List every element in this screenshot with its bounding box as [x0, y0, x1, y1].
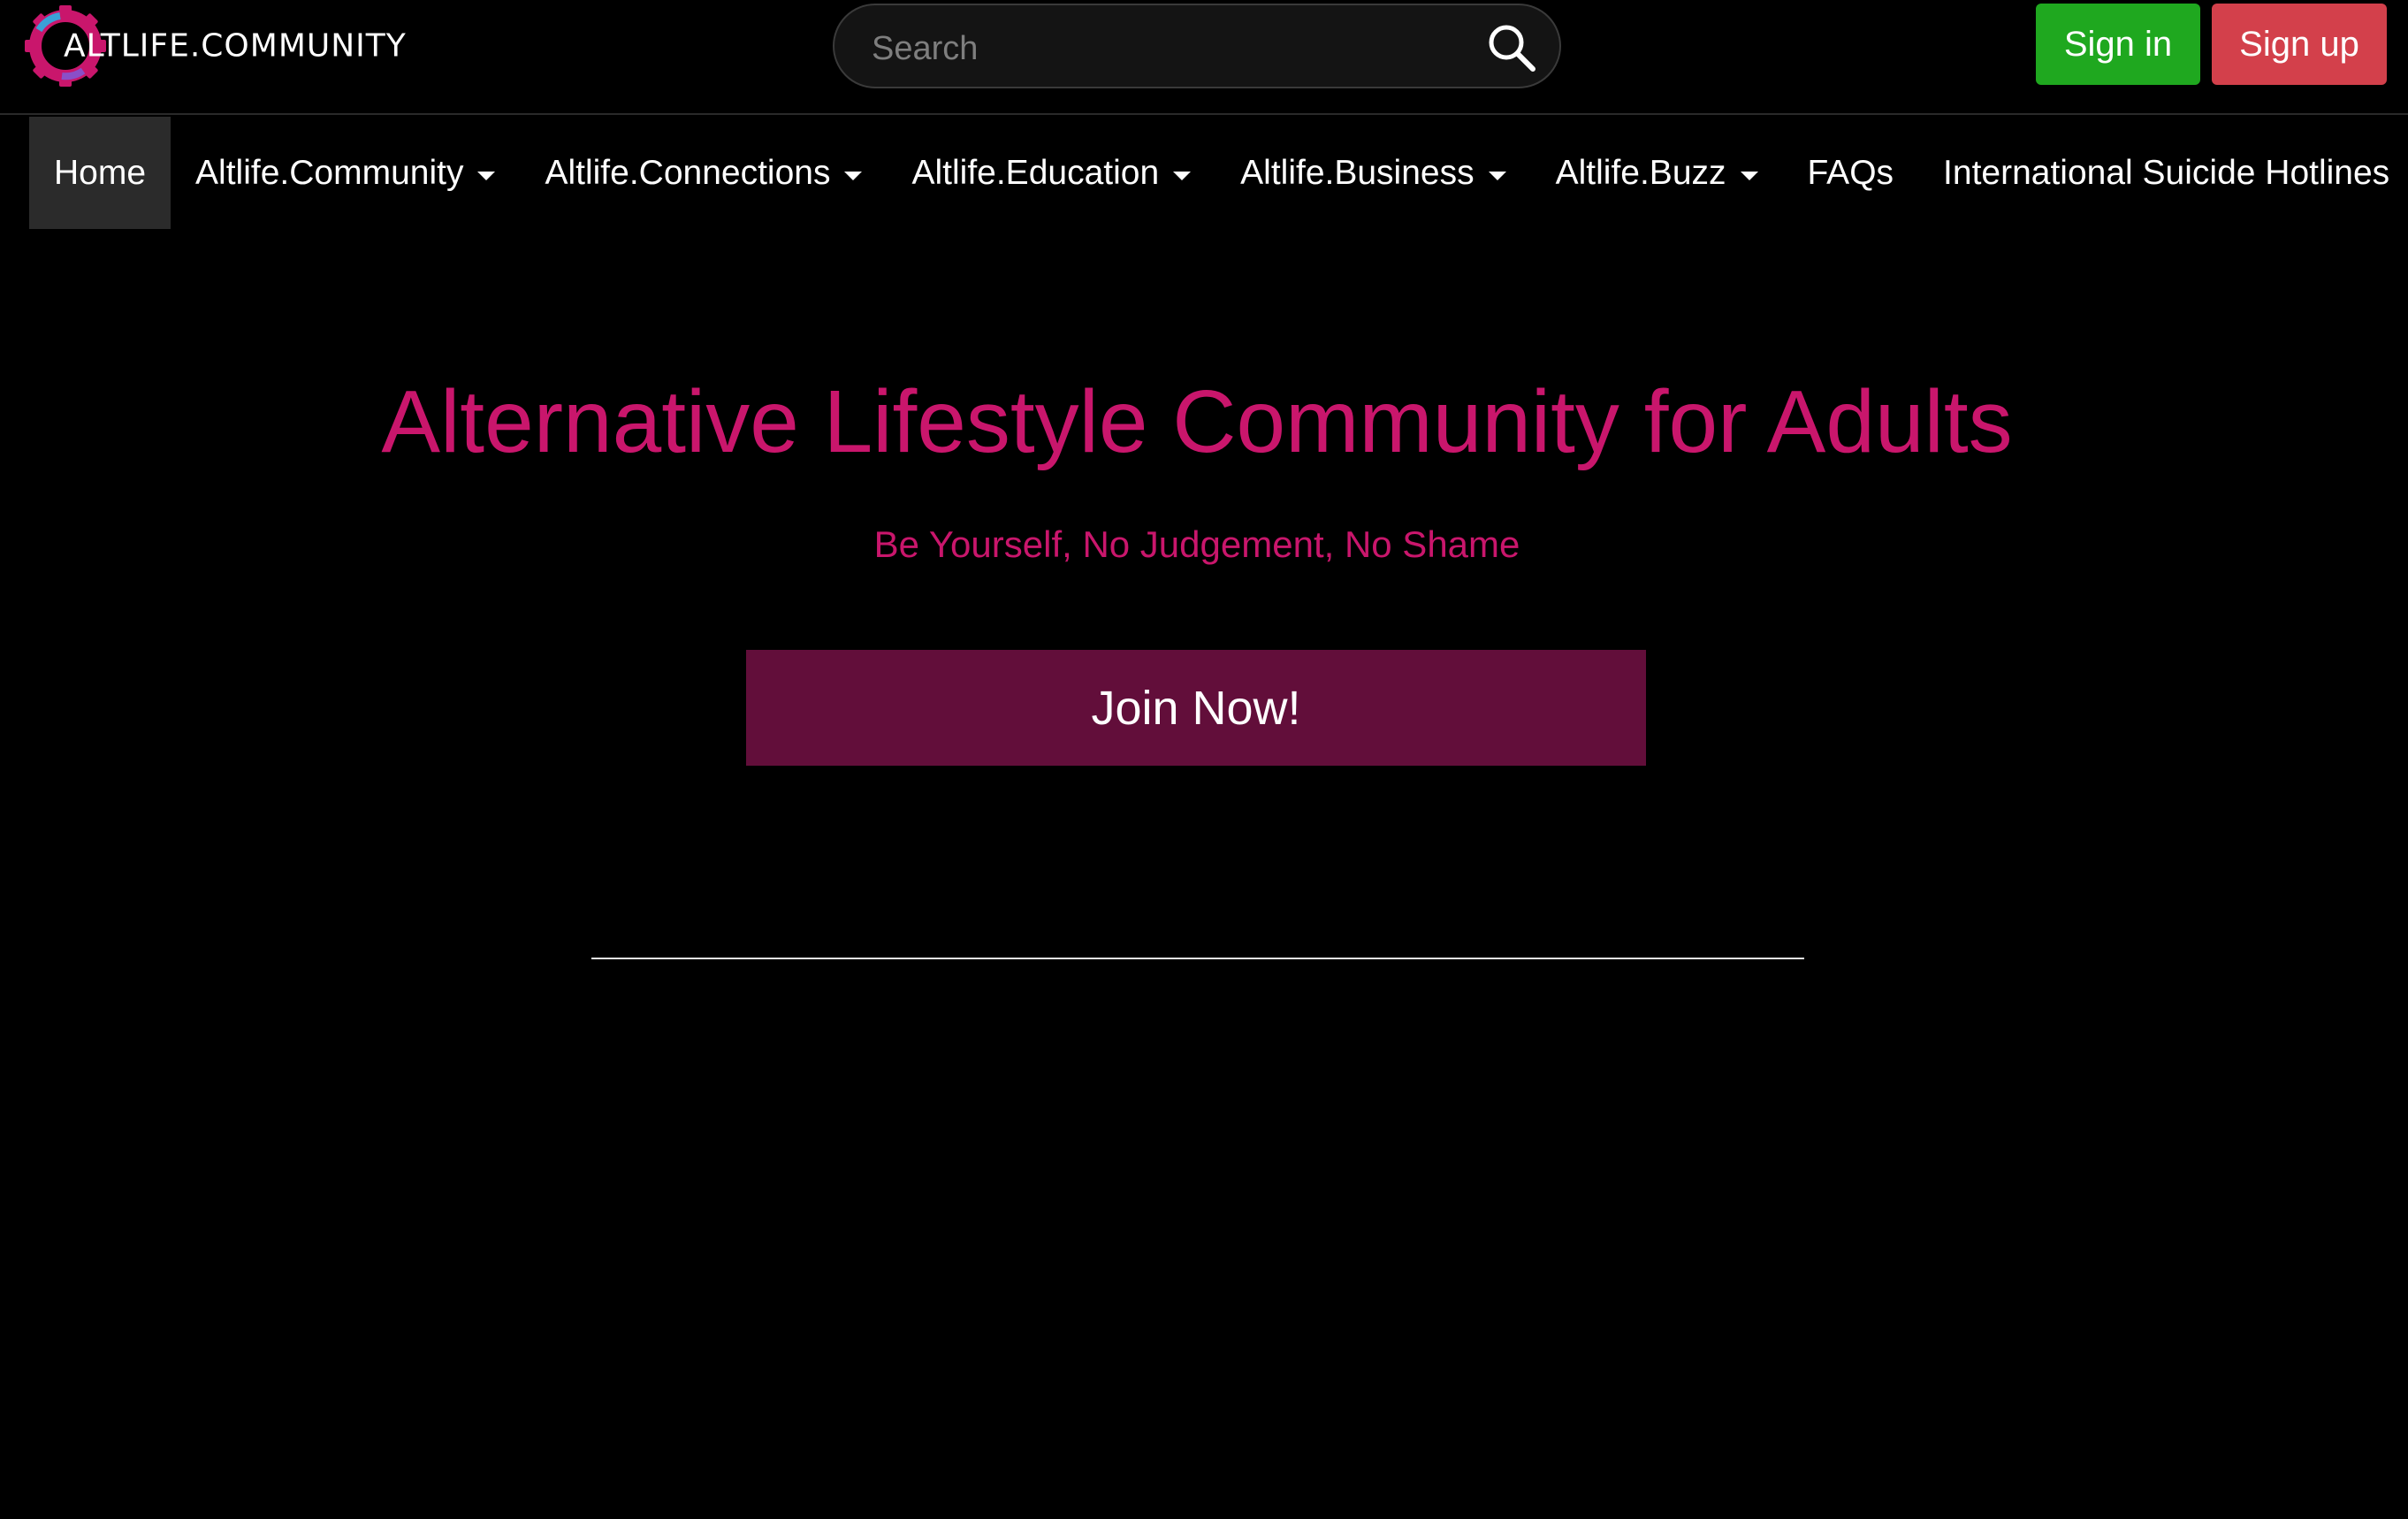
caret-down-icon [844, 171, 863, 180]
nav-item-label: Altlife.Connections [545, 153, 831, 192]
search-input[interactable] [870, 21, 1475, 76]
nav-item-faqs[interactable]: FAQs [1783, 117, 1919, 229]
nav-item-label: Altlife.Buzz [1555, 153, 1726, 192]
section-divider [591, 958, 1804, 959]
nav-item-altlife-community[interactable]: Altlife.Community [171, 117, 520, 229]
site-header: ALTLIFE.COMMUNITY Sign in Sign up [0, 0, 2408, 115]
sign-up-button[interactable]: Sign up [2212, 4, 2387, 85]
caret-down-icon [1740, 171, 1758, 180]
search-button[interactable] [1485, 21, 1538, 74]
search-icon [1489, 25, 1535, 72]
nav-item-altlife-education[interactable]: Altlife.Education [887, 117, 1215, 229]
hero-subtitle: Be Yourself, No Judgement, No Shame [873, 523, 1520, 565]
caret-down-icon [1488, 171, 1506, 180]
nav-item-label: International Suicide Hotlines [1943, 153, 2390, 192]
site-logo[interactable]: ALTLIFE.COMMUNITY [25, 4, 406, 88]
nav-item-label: Altlife.Business [1240, 153, 1475, 192]
caret-down-icon [477, 171, 496, 180]
nav-item-altlife-connections[interactable]: Altlife.Connections [520, 117, 887, 229]
gear-logo-icon: ALTLIFE.COMMUNITY [25, 5, 406, 87]
main-nav: Home Altlife.Community Altlife.Connectio… [29, 117, 2408, 229]
join-now-button[interactable]: Join Now! [746, 650, 1646, 766]
nav-item-home[interactable]: Home [29, 117, 171, 229]
nav-item-label: Home [54, 153, 147, 192]
sign-in-button[interactable]: Sign in [2036, 4, 2200, 85]
logo-text: ALTLIFE.COMMUNITY [64, 27, 407, 65]
nav-item-label: Altlife.Education [911, 153, 1160, 192]
hero-title: Alternative Lifestyle Community for Adul… [381, 372, 2013, 471]
nav-item-suicide-hotlines[interactable]: International Suicide Hotlines [1918, 117, 2408, 229]
nav-item-altlife-buzz[interactable]: Altlife.Buzz [1531, 117, 1783, 229]
nav-item-altlife-business[interactable]: Altlife.Business [1215, 117, 1530, 229]
nav-item-label: Altlife.Community [195, 153, 464, 192]
caret-down-icon [1173, 171, 1192, 180]
nav-item-label: FAQs [1807, 153, 1894, 192]
search-bar [833, 4, 1561, 88]
